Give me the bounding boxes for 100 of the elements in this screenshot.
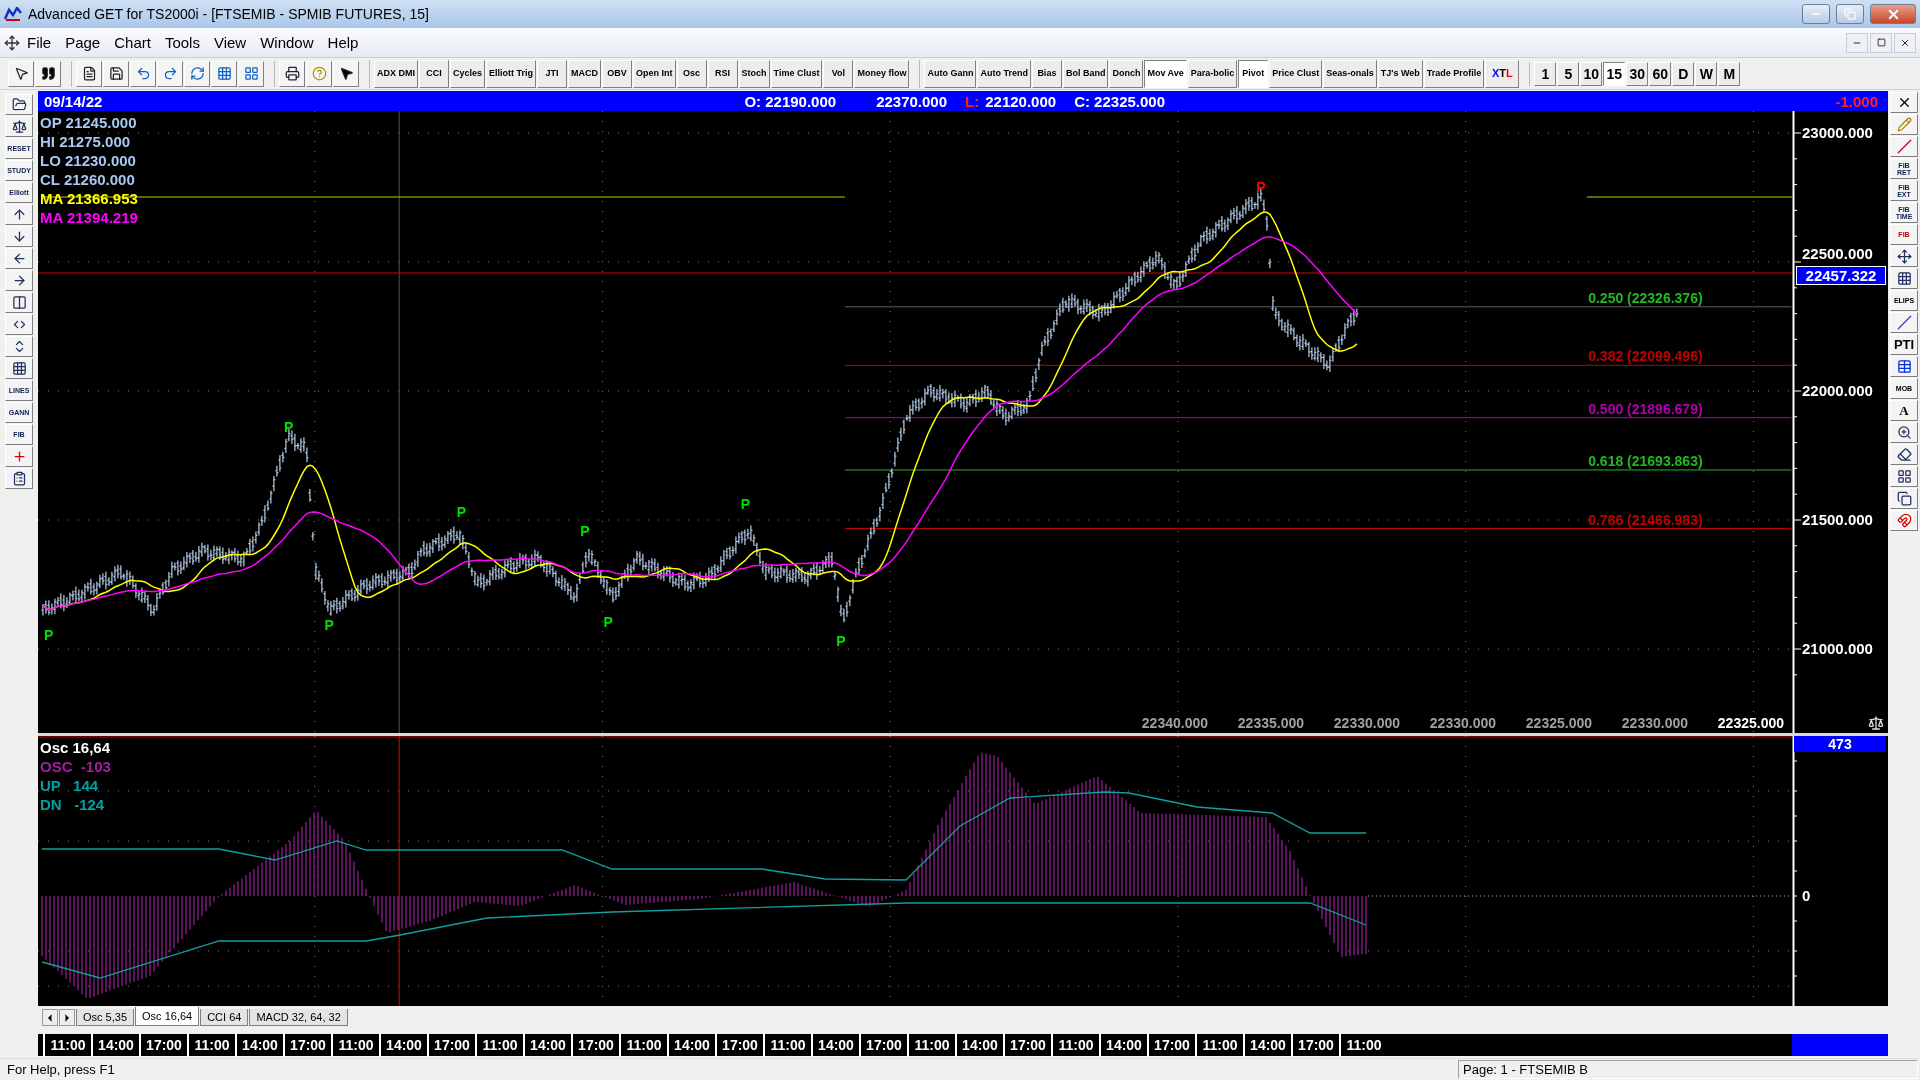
restore-button[interactable]: [1870, 32, 1892, 53]
refresh-icon[interactable]: [184, 60, 210, 87]
context-help-icon[interactable]: [333, 60, 359, 87]
menu-item[interactable]: Chart: [107, 32, 158, 53]
overlay-button[interactable]: Auto Trend: [977, 59, 1031, 88]
cross-icon[interactable]: [5, 446, 33, 467]
high-value: 22370.000: [876, 92, 948, 110]
overlay-button[interactable]: Bias: [1031, 59, 1062, 88]
time-axis-label: 14:00: [667, 1034, 715, 1056]
study-button[interactable]: Osc: [676, 59, 707, 88]
study-button[interactable]: CCI: [419, 59, 449, 88]
print-icon[interactable]: [279, 60, 305, 87]
notes-icon[interactable]: [5, 468, 33, 489]
scroll-left-button[interactable]: [42, 1009, 58, 1026]
study-button[interactable]: Stoch: [738, 59, 770, 88]
magnet-icon[interactable]: [1890, 510, 1918, 531]
study-tab[interactable]: CCI 64: [200, 1009, 249, 1026]
timeframe-button[interactable]: 60: [1649, 61, 1672, 86]
up-icon[interactable]: [5, 204, 33, 225]
study-tab[interactable]: MACD 32, 64, 32: [249, 1009, 348, 1026]
timeframe-button[interactable]: W: [1695, 61, 1718, 86]
layout-icon[interactable]: [238, 60, 264, 87]
new-page-icon[interactable]: [76, 60, 102, 87]
close-icon[interactable]: [1890, 92, 1918, 113]
menu-item[interactable]: View: [206, 32, 254, 53]
timeframe-button[interactable]: M: [1718, 61, 1741, 86]
minimize-button[interactable]: [1802, 4, 1830, 24]
overlay-button[interactable]: Donch: [1109, 59, 1144, 88]
menu-item[interactable]: Tools: [157, 32, 207, 53]
overlay-button[interactable]: Bol Band: [1062, 59, 1109, 88]
timeframe-button[interactable]: 10: [1580, 61, 1603, 86]
overlay-button[interactable]: Auto Gann: [924, 59, 977, 88]
quote-icon[interactable]: [35, 60, 61, 87]
scales-icon[interactable]: [5, 116, 33, 137]
split-icon[interactable]: [5, 292, 33, 313]
overlay-button[interactable]: XTL: [1485, 59, 1520, 88]
study-button[interactable]: OBV: [602, 59, 633, 88]
time-axis-label: 17:00: [283, 1034, 331, 1056]
folder-icon[interactable]: [5, 94, 33, 115]
down-icon[interactable]: [5, 226, 33, 247]
pattern-icon[interactable]: [1890, 466, 1918, 487]
study-button[interactable]: ADX DMI: [374, 59, 418, 88]
timeframe-button[interactable]: 1: [1534, 61, 1557, 86]
study-button[interactable]: Vol: [823, 59, 854, 88]
left-icon[interactable]: [5, 248, 33, 269]
eraser-icon[interactable]: [1890, 444, 1918, 465]
status-page: Page: 1 - FTSEMIB B: [1458, 1060, 1918, 1079]
close-button[interactable]: [1870, 4, 1916, 24]
zoom-icon[interactable]: [1890, 422, 1918, 443]
overlay-button[interactable]: Trade Profile: [1423, 59, 1485, 88]
close-value: C: 22325.000: [1074, 92, 1166, 110]
overlay-button[interactable]: Pivot: [1238, 59, 1269, 88]
fib-level-label: 0.786 (21466.983): [1588, 511, 1703, 528]
close-button[interactable]: [1894, 32, 1916, 53]
overlay-button[interactable]: Seas-onals: [1323, 59, 1377, 88]
timeframe-button[interactable]: 30: [1626, 61, 1649, 86]
study-button[interactable]: Elliott Trig: [486, 59, 537, 88]
zero-axis-label: 0: [1802, 887, 1811, 904]
right-icon[interactable]: [5, 270, 33, 291]
menu-item[interactable]: Page: [58, 32, 108, 53]
timeframe-button[interactable]: 5: [1557, 61, 1580, 86]
menu-item[interactable]: Window: [253, 32, 321, 53]
overlay-button[interactable]: TJ's Web: [1377, 59, 1423, 88]
bold-tool[interactable]: PTI: [1890, 334, 1918, 355]
menu-item[interactable]: Help: [320, 32, 366, 53]
channel-icon[interactable]: [1890, 312, 1918, 333]
pencil-icon[interactable]: [1890, 114, 1918, 135]
maximize-button[interactable]: [1836, 4, 1864, 24]
grid-icon[interactable]: [1890, 268, 1918, 289]
study-button[interactable]: RSI: [707, 59, 738, 88]
minimize-button[interactable]: [1846, 32, 1868, 53]
study-tab[interactable]: Osc 5,35: [76, 1009, 135, 1026]
overlay-button[interactable]: Para-bolic: [1187, 59, 1238, 88]
help-icon[interactable]: [306, 60, 332, 87]
text-tool[interactable]: A: [1890, 400, 1918, 421]
overlay-button[interactable]: Price Clust: [1269, 59, 1323, 88]
timeframe-button[interactable]: D: [1672, 61, 1695, 86]
price-reading: 22340.000: [1140, 715, 1208, 731]
close-icon: [1900, 37, 1910, 48]
study-button[interactable]: Open Int: [633, 59, 676, 88]
study-button[interactable]: MACD: [568, 59, 602, 88]
time-axis-label: 11:00: [619, 1034, 667, 1056]
timeframe-button[interactable]: 15: [1603, 61, 1626, 86]
study-button[interactable]: Cycles: [450, 59, 486, 88]
overlay-button[interactable]: Mov Ave: [1144, 59, 1187, 88]
study-button[interactable]: JTI: [537, 59, 568, 88]
grid-icon[interactable]: [5, 358, 33, 379]
table-icon[interactable]: [1890, 356, 1918, 377]
back-icon[interactable]: [130, 60, 156, 87]
scroll-right-button[interactable]: [59, 1009, 75, 1026]
study-button[interactable]: Time Clust: [770, 59, 823, 88]
time-axis-label: 17:00: [715, 1034, 763, 1056]
save-icon[interactable]: [103, 60, 129, 87]
cursor-icon[interactable]: [8, 60, 34, 87]
forward-icon[interactable]: [157, 60, 183, 87]
copy-icon[interactable]: [1890, 488, 1918, 509]
scales-icon[interactable]: [1868, 715, 1884, 731]
study-tab[interactable]: Osc 16,64: [135, 1007, 200, 1026]
study-button[interactable]: Money flow: [854, 59, 910, 88]
menu-item[interactable]: File: [20, 32, 59, 53]
